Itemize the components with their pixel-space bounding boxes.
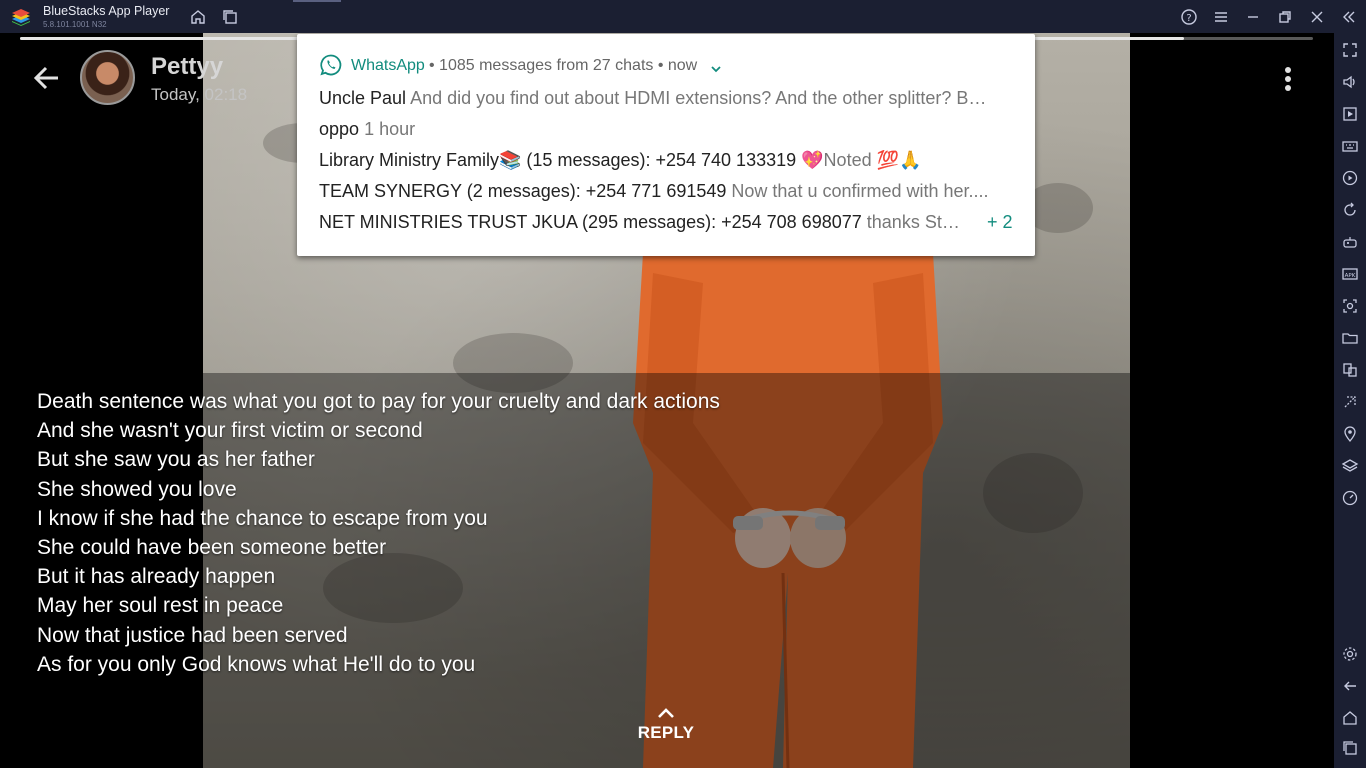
- message-sender: oppo: [319, 119, 360, 139]
- notification-meta: • 1085 messages from 27 chats • now: [429, 57, 698, 74]
- caption-line: I know if she had the chance to escape f…: [37, 506, 488, 530]
- whatsapp-icon: [319, 53, 343, 77]
- rotate-icon[interactable]: [1341, 201, 1359, 219]
- caption-line: She could have been someone better: [37, 536, 387, 560]
- message-text: Now that u confirmed with her....: [731, 181, 989, 201]
- caption-line: Death sentence was what you got to pay f…: [37, 390, 720, 413]
- message-sender: Uncle Paul: [319, 88, 407, 108]
- settings-icon[interactable]: [1341, 645, 1359, 663]
- notification-message: Uncle Paul And did you find out about HD…: [319, 88, 1019, 109]
- layers-icon[interactable]: [1341, 457, 1359, 475]
- message-text: 💖Noted 💯🙏: [801, 150, 922, 170]
- notification-message: TEAM SYNERGY (2 messages): +254 771 6915…: [319, 181, 1019, 202]
- caption-line: As for you only God knows what He'll do …: [37, 652, 476, 676]
- notification-app-name: WhatsApp: [351, 57, 425, 74]
- svg-text:APK: APK: [1345, 273, 1356, 279]
- screenshot-icon[interactable]: [1341, 297, 1359, 315]
- tab-indicator: [293, 0, 341, 2]
- apk-install-icon[interactable]: APK: [1341, 265, 1359, 283]
- avatar[interactable]: [80, 50, 135, 105]
- chevron-down-icon[interactable]: [710, 61, 722, 73]
- caption-line: But she saw you as her father: [37, 448, 315, 472]
- bluestacks-titlebar: BlueStacks App Player 5.8.101.1001 N32 ?: [0, 0, 1366, 33]
- fullscreen-icon[interactable]: [1341, 41, 1359, 59]
- notification-message: oppo 1 hour: [319, 119, 1019, 140]
- collapse-sidebar-icon[interactable]: [1340, 8, 1358, 26]
- message-text: 1 hour: [364, 119, 416, 139]
- game-controls-icon[interactable]: [1341, 233, 1359, 251]
- home-icon[interactable]: [189, 8, 207, 26]
- help-icon[interactable]: ?: [1180, 8, 1198, 26]
- caption-line: But it has already happen: [37, 565, 276, 589]
- notification-message: NET MINISTRIES TRUST JKUA (295 messages)…: [319, 212, 984, 233]
- more-messages-count: + 2: [987, 212, 1013, 232]
- reply-label: REPLY: [637, 723, 695, 742]
- macro-play-icon[interactable]: [1341, 169, 1359, 187]
- android-screen: Pettyy Today, 02:18 Death sentence was w…: [0, 33, 1334, 768]
- whatsapp-notification[interactable]: WhatsApp • 1085 messages from 27 chats •…: [297, 34, 1035, 256]
- bluestacks-logo-icon: [10, 7, 32, 27]
- bluestacks-sidebar: APK: [1334, 33, 1366, 768]
- volume-icon[interactable]: [1341, 73, 1359, 91]
- caption-line: May her soul rest in peace: [37, 594, 284, 618]
- hamburger-menu-icon[interactable]: [1212, 8, 1230, 26]
- message-sender: TEAM SYNERGY (2 messages): +254 771 6915…: [319, 181, 727, 201]
- restore-icon[interactable]: [1276, 8, 1294, 26]
- media-manager-icon[interactable]: [1341, 105, 1359, 123]
- status-caption: Death sentence was what you got to pay f…: [37, 387, 937, 679]
- notification-message: Library Ministry Family📚 (15 messages): …: [319, 150, 1019, 171]
- app-version: 5.8.101.1001 N32: [43, 20, 107, 29]
- location-icon[interactable]: [1341, 425, 1359, 443]
- minimize-icon[interactable]: [1244, 8, 1262, 26]
- message-text: thanks St…: [866, 212, 960, 232]
- folder-icon[interactable]: [1341, 329, 1359, 347]
- caption-line: Now that justice had been served: [37, 623, 348, 647]
- android-back-icon[interactable]: [1341, 677, 1359, 695]
- status-timestamp: Today, 02:18: [151, 85, 248, 104]
- eco-mode-icon[interactable]: [1341, 393, 1359, 411]
- caption-line: She showed you love: [37, 477, 237, 501]
- chevron-up-icon: [658, 708, 674, 718]
- performance-icon[interactable]: [1341, 489, 1359, 507]
- close-icon[interactable]: [1308, 8, 1326, 26]
- keyboard-icon[interactable]: [1341, 137, 1359, 155]
- back-arrow-icon[interactable]: [30, 61, 64, 95]
- message-sender: Library Ministry Family📚 (15 messages): …: [319, 150, 797, 170]
- contact-name[interactable]: Pettyy: [151, 53, 223, 81]
- android-home-icon[interactable]: [1341, 709, 1359, 727]
- more-options-icon[interactable]: [1278, 65, 1298, 93]
- message-text: And did you find out about HDMI extensio…: [410, 88, 987, 108]
- recent-apps-icon[interactable]: [1341, 739, 1359, 757]
- reply-button[interactable]: REPLY: [630, 705, 702, 743]
- multi-instance-sync-icon[interactable]: [1341, 361, 1359, 379]
- svg-text:?: ?: [1186, 13, 1191, 24]
- app-title: BlueStacks App Player: [43, 4, 170, 18]
- multi-instance-icon[interactable]: [221, 8, 239, 26]
- caption-line: And she wasn't your first victim or seco…: [37, 419, 423, 443]
- message-sender: NET MINISTRIES TRUST JKUA (295 messages)…: [319, 212, 862, 232]
